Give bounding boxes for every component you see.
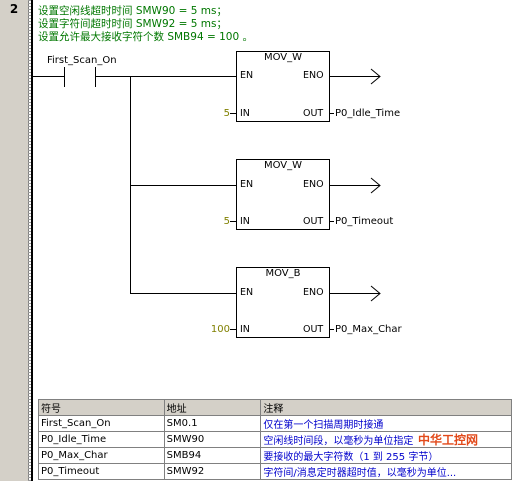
table-row[interactable]: P0_Timeout SMW92 字符间/消息定时器超时值，以毫秒为单位... (38, 463, 512, 480)
eno-pin-label: ENO (303, 179, 324, 190)
in-value[interactable]: 100 (206, 324, 230, 335)
address-cell[interactable]: SM0.1 (163, 415, 262, 432)
watermark-logo: 中华工控网 (418, 433, 479, 447)
comment-cell[interactable]: 字符间/消息定时器超时值，以毫秒为单位... (260, 463, 512, 480)
normally-open-contact[interactable] (60, 66, 100, 88)
out-symbol[interactable]: P0_Max_Char (335, 324, 402, 335)
box-title: MOV_B (265, 268, 301, 279)
in-pin-label: IN (240, 108, 250, 119)
symbol-cell[interactable]: First_Scan_On (38, 415, 165, 432)
column-header-comment[interactable]: 注释 (260, 399, 512, 416)
symbol-cell[interactable]: P0_Idle_Time (38, 431, 165, 448)
symbol-cell[interactable]: P0_Timeout (38, 463, 165, 480)
address-cell[interactable]: SMW92 (163, 463, 262, 480)
in-value[interactable]: 5 (218, 216, 230, 227)
out-symbol[interactable]: P0_Timeout (335, 216, 393, 227)
address-cell[interactable]: SMB94 (163, 447, 262, 464)
address-cell[interactable]: SMW90 (163, 431, 262, 448)
out-pin-label: OUT (303, 108, 324, 119)
box-title: MOV_W (263, 160, 303, 171)
contact-label[interactable]: First_Scan_On (47, 55, 117, 66)
table-row[interactable]: First_Scan_On SM0.1 仅在第一个扫描周期时接通 (38, 415, 512, 432)
en-pin-label: EN (240, 179, 254, 190)
table-header-row: 符号 地址 注释 (38, 399, 512, 416)
comment-cell[interactable]: 仅在第一个扫描周期时接通 (260, 415, 512, 432)
en-pin-label: EN (240, 287, 254, 298)
out-symbol[interactable]: P0_Idle_Time (335, 108, 400, 119)
eno-pin-label: ENO (303, 70, 324, 81)
column-header-symbol[interactable]: 符号 (38, 399, 165, 416)
in-pin-label: IN (240, 324, 250, 335)
eno-pin-label: ENO (303, 287, 324, 298)
in-pin-label: IN (240, 216, 250, 227)
box-title: MOV_W (263, 52, 303, 63)
comment-cell[interactable]: 要接收的最大字符数（1 到 255 字节） (260, 447, 512, 464)
en-pin-label: EN (240, 70, 254, 81)
out-pin-label: OUT (303, 324, 324, 335)
table-row[interactable]: P0_Max_Char SMB94 要接收的最大字符数（1 到 255 字节） (38, 447, 512, 464)
in-value[interactable]: 5 (218, 108, 230, 119)
out-pin-label: OUT (303, 216, 324, 227)
symbol-cell[interactable]: P0_Max_Char (38, 447, 165, 464)
column-header-address[interactable]: 地址 (163, 399, 262, 416)
